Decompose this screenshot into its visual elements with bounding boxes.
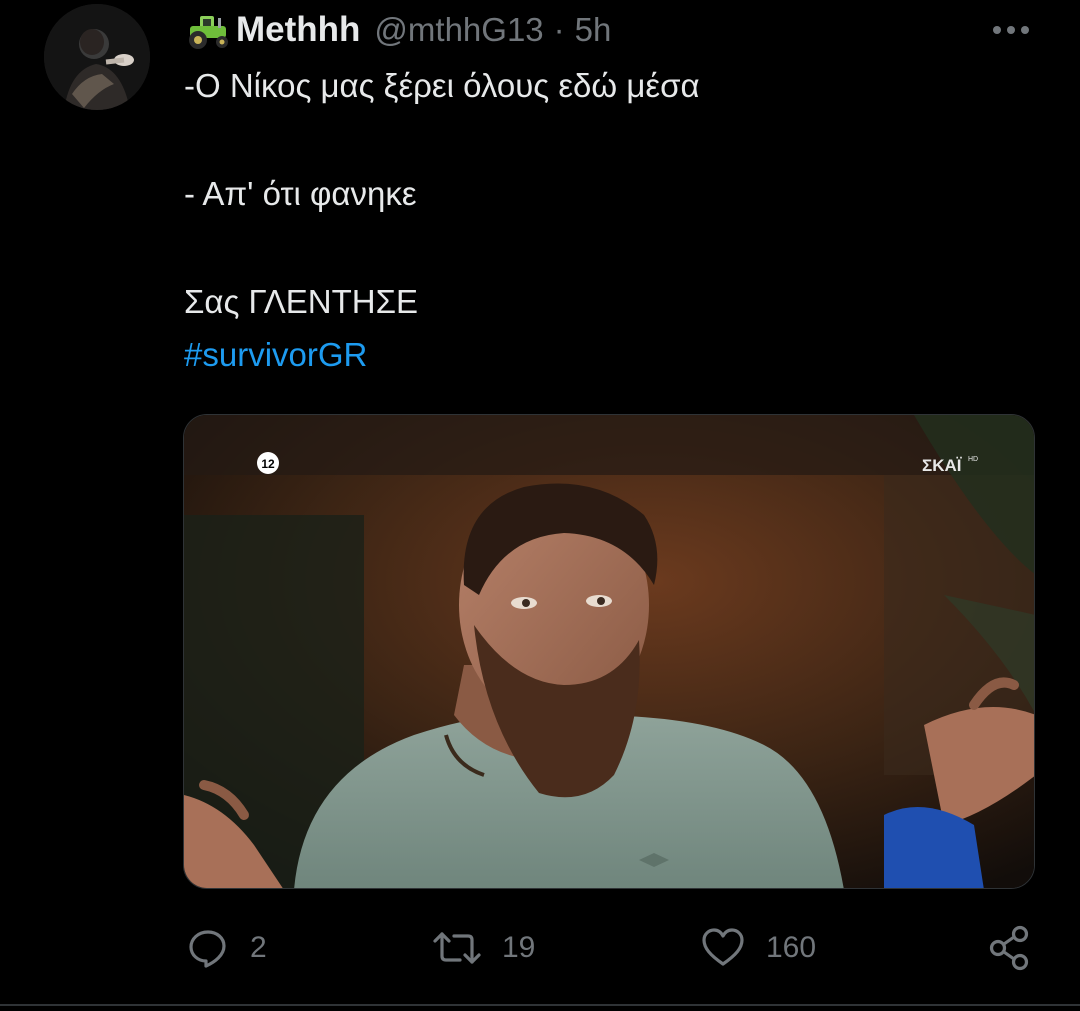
share-button[interactable] (988, 920, 1032, 976)
tweet-timestamp[interactable]: 5h (575, 11, 612, 49)
retweet-count: 19 (502, 931, 536, 964)
more-options-icon (993, 26, 1029, 34)
heart-icon (702, 928, 744, 966)
reply-count: 2 (250, 931, 267, 964)
tweet-divider (0, 1004, 1080, 1006)
share-icon (989, 925, 1029, 971)
tweet[interactable]: Methhh @mthhG13 · 5h -Ο Νίκος μας ξέρει … (0, 0, 1080, 1011)
avatar-image (44, 4, 150, 110)
tweet-actions: 2 19 160 (0, 920, 1080, 980)
tweet-text-line-2: - Απ' ότι φανηκε (184, 175, 417, 212)
like-button[interactable]: 160 (700, 920, 816, 976)
tractor-emoji-icon (189, 16, 228, 49)
media-image: 12 ΣΚΑΪ HD (184, 415, 1034, 888)
channel-logo: ΣΚΑΪ (922, 456, 963, 475)
age-rating-badge: 12 (261, 457, 275, 471)
hashtag-link[interactable]: #survivorGR (184, 336, 367, 374)
reply-icon (189, 930, 226, 968)
avatar[interactable] (44, 4, 150, 110)
retweet-button[interactable]: 19 (432, 920, 535, 976)
channel-logo-hd: HD (968, 456, 978, 463)
author-display-name[interactable]: Methhh (236, 10, 360, 50)
reply-button[interactable]: 2 (186, 920, 267, 976)
author-handle[interactable]: @mthhG13 (374, 11, 543, 49)
separator-dot: · (553, 11, 565, 48)
tweet-media[interactable]: 12 ΣΚΑΪ HD (183, 414, 1035, 889)
tweet-text-line-1: -Ο Νίκος μας ξέρει όλους εδώ μέσα (184, 67, 700, 104)
tweet-header: Methhh @mthhG13 · 5h (184, 8, 611, 52)
more-options-button[interactable] (988, 18, 1034, 42)
retweet-icon (433, 932, 481, 964)
like-count: 160 (766, 931, 817, 964)
tweet-text-line-3: Σας ΓΛΕΝΤΗΣΕ (184, 283, 418, 320)
